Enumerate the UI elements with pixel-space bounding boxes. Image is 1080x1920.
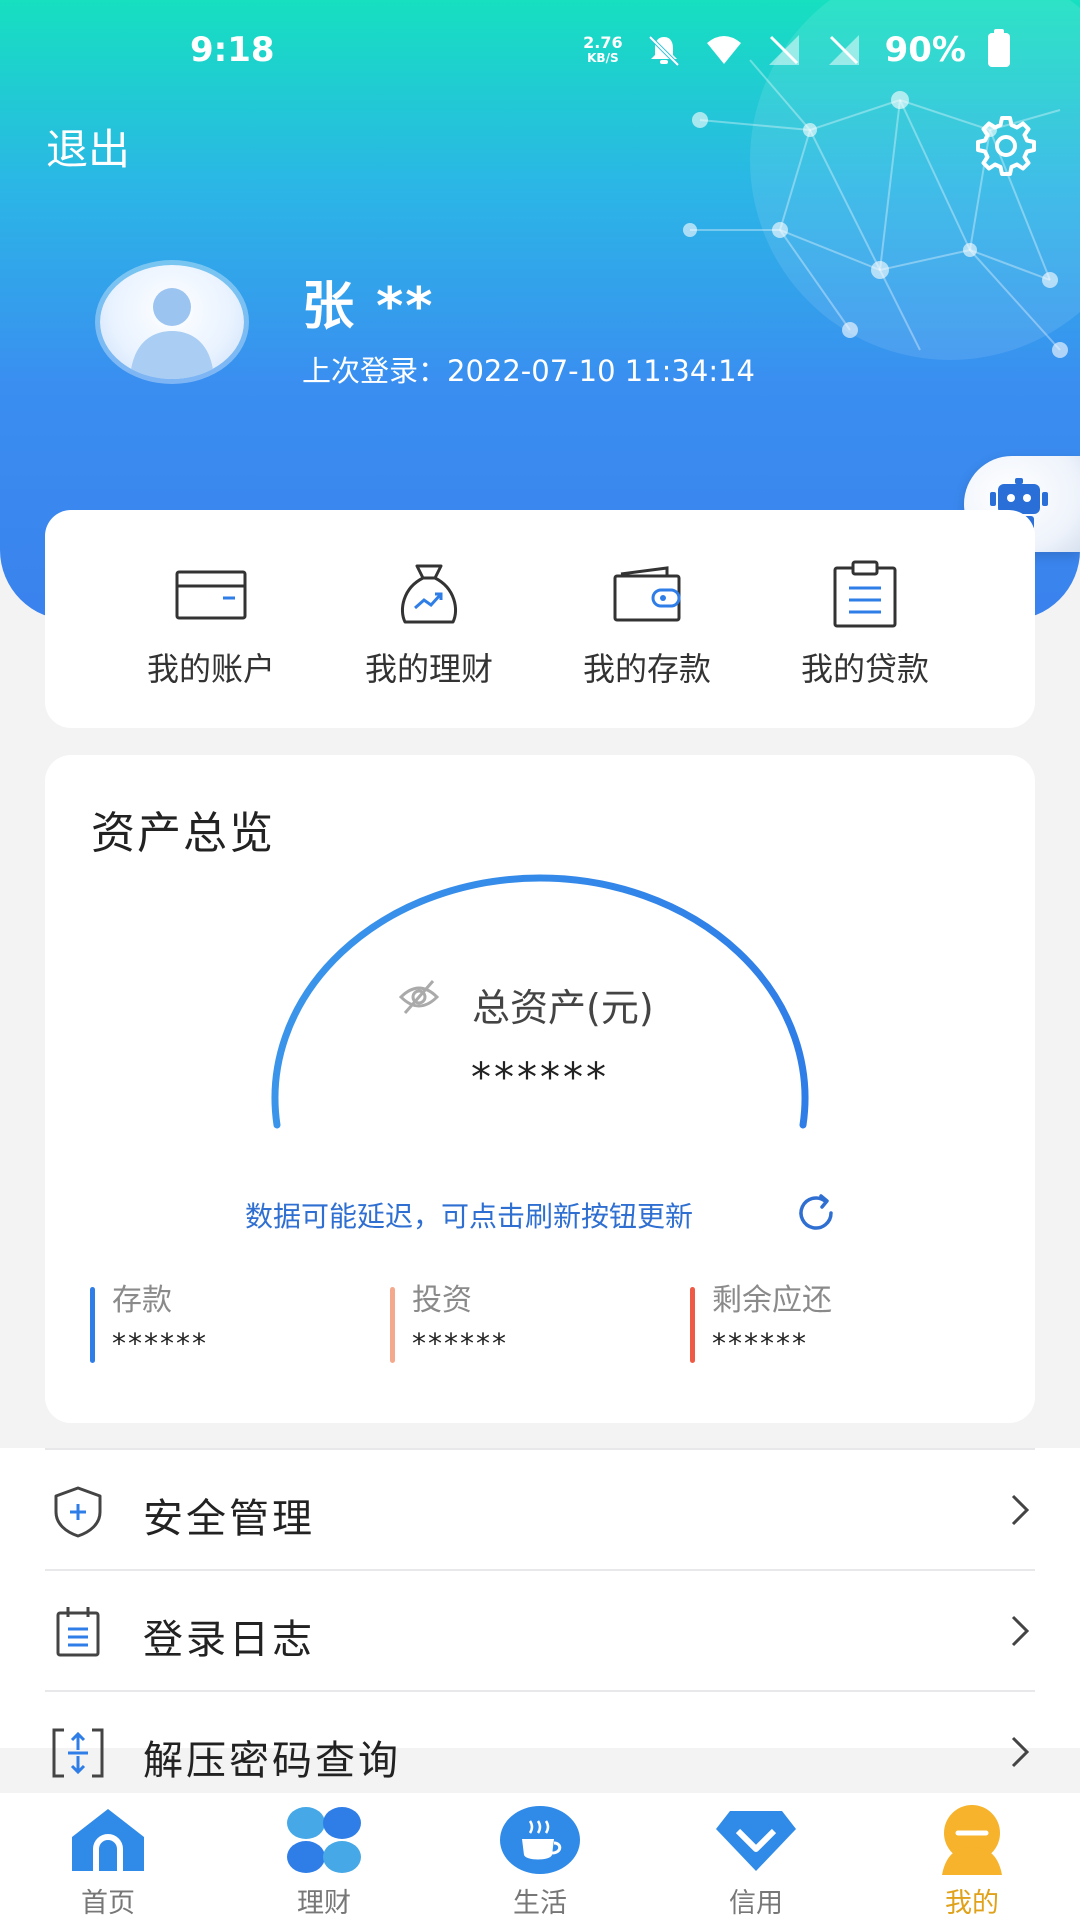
stat-color-bar (390, 1287, 395, 1363)
stat-label: 存款 (112, 1283, 172, 1318)
chevron-right-icon (1011, 1615, 1030, 1647)
quick-action-label: 我的贷款 (800, 650, 929, 688)
money-bag-icon (400, 564, 458, 624)
bottom-tab-bar: 首页 理财 生活 信用 我的 (0, 1793, 1080, 1920)
stat-remaining-repayment[interactable]: 剩余应还 ****** (690, 1275, 970, 1375)
battery-percent: 90% (884, 30, 966, 70)
coffee-icon (500, 1806, 580, 1874)
tab-label: 生活 (513, 1888, 567, 1919)
unzip-icon (52, 1728, 104, 1778)
tab-label: 信用 (729, 1888, 783, 1919)
logout-button[interactable]: 退出 (46, 116, 130, 177)
stat-deposit[interactable]: 存款 ****** (90, 1275, 370, 1375)
chevron-right-icon (1011, 1736, 1030, 1768)
user-name: 张 ** (302, 277, 435, 337)
home-icon (72, 1809, 144, 1871)
no-signal-icon (768, 35, 799, 65)
menu-item-label: 安全管理 (143, 1496, 315, 1542)
tab-label: 我的 (945, 1888, 999, 1919)
quick-action-my-wealth[interactable]: 我的理财 (334, 560, 524, 690)
log-icon (56, 1607, 100, 1657)
tab-life[interactable]: 生活 (465, 1805, 615, 1920)
settings-menu-list: 安全管理 登录日志 解压密码查询 (0, 1448, 1080, 1784)
total-assets-value: ****** (471, 1055, 609, 1101)
profile-icon (942, 1805, 1002, 1875)
mute-bell-icon (648, 35, 680, 67)
menu-item-label: 登录日志 (143, 1617, 315, 1663)
quick-action-my-loan[interactable]: 我的贷款 (770, 560, 960, 690)
asset-overview-card: 资产总览 总资产(元) ****** 数据可能延迟，可点击刷新按钮更新 存款 *… (45, 755, 1035, 1423)
clover-icon (287, 1807, 361, 1873)
no-signal-icon-2 (828, 35, 859, 65)
battery-icon (988, 29, 1010, 67)
stat-value: ****** (112, 1327, 208, 1360)
hide-amount-eye-icon[interactable] (397, 977, 441, 1017)
refresh-icon[interactable] (795, 1193, 839, 1233)
user-silhouette-icon (130, 288, 214, 379)
data-delay-note: 数据可能延迟，可点击刷新按钮更新 (245, 1200, 694, 1233)
last-login-time: 上次登录：2022-07-10 11:34:14 (302, 354, 755, 388)
stat-label: 投资 (412, 1283, 472, 1318)
quick-actions-card: 我的账户 我的理财 我的存款 我的贷款 (45, 510, 1035, 728)
tab-credit[interactable]: 信用 (681, 1805, 831, 1920)
card-icon (175, 570, 247, 620)
status-bar: 9:18 2.76 KB/S 90% (0, 0, 1080, 100)
stat-investment[interactable]: 投资 ****** (390, 1275, 670, 1375)
net-speed: 2.76 KB/S (583, 32, 623, 65)
menu-item-security[interactable]: 安全管理 (45, 1448, 1035, 1569)
quick-action-label: 我的存款 (582, 650, 711, 688)
quick-action-my-account[interactable]: 我的账户 (116, 560, 306, 690)
tab-mine[interactable]: 我的 (897, 1805, 1047, 1920)
menu-item-login-log[interactable]: 登录日志 (45, 1569, 1035, 1690)
settings-gear-icon[interactable] (976, 116, 1036, 176)
stat-value: ****** (412, 1327, 508, 1360)
stat-label: 剩余应还 (712, 1283, 832, 1318)
total-assets-label: 总资产(元) (472, 986, 654, 1030)
shield-icon (54, 1486, 102, 1538)
wallet-icon (613, 566, 681, 622)
chevron-right-icon (1011, 1494, 1030, 1526)
quick-action-my-deposit[interactable]: 我的存款 (552, 560, 742, 690)
stat-color-bar (690, 1287, 695, 1363)
clipboard-icon (833, 560, 897, 628)
tab-wealth[interactable]: 理财 (249, 1805, 399, 1920)
wifi-icon (706, 36, 741, 64)
asset-overview-title: 资产总览 (91, 808, 275, 859)
diamond-icon (716, 1811, 796, 1871)
status-time: 9:18 (190, 30, 275, 70)
stat-value: ****** (712, 1327, 808, 1360)
tab-label: 理财 (297, 1888, 351, 1919)
quick-action-label: 我的理财 (364, 650, 493, 688)
menu-item-label: 解压密码查询 (143, 1738, 401, 1784)
tab-label: 首页 (81, 1888, 135, 1919)
quick-action-label: 我的账户 (146, 650, 275, 688)
stat-color-bar (90, 1287, 95, 1363)
tab-home[interactable]: 首页 (33, 1805, 183, 1920)
avatar[interactable] (100, 265, 244, 379)
